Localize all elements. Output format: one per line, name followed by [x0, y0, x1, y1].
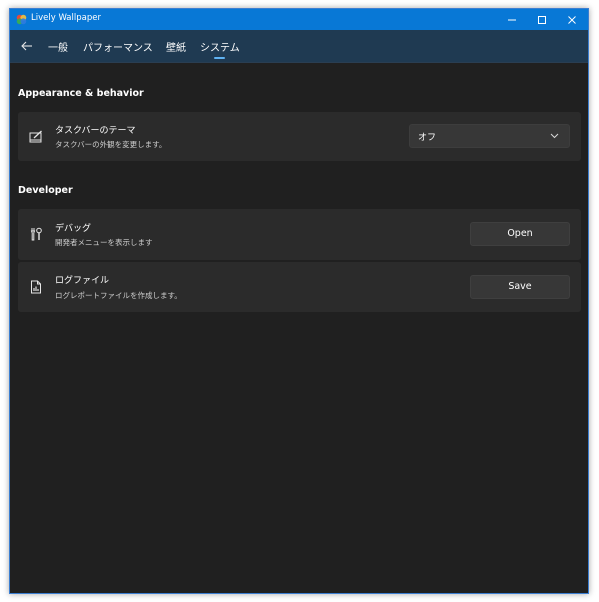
close-icon — [568, 15, 576, 24]
maximize-icon — [538, 15, 546, 24]
debug-card: デバッグ 開発者メニューを表示します Open — [18, 209, 581, 260]
navigation-bar: 一般 パフォーマンス 壁紙 システム — [10, 30, 588, 63]
lively-app-icon — [16, 14, 27, 25]
taskbar-pen-icon — [29, 130, 42, 143]
save-button[interactable]: Save — [470, 275, 570, 299]
taskbar-theme-selected-value: オフ — [418, 133, 437, 143]
log-file-description: ログレポートファイルを作成します。 — [55, 291, 182, 300]
minimize-button[interactable] — [497, 9, 527, 30]
taskbar-theme-dropdown[interactable]: オフ — [409, 124, 570, 148]
maximize-button[interactable] — [527, 9, 557, 30]
log-file-card: ログファイル ログレポートファイルを作成します。 Save — [18, 262, 581, 312]
log-file-title: ログファイル — [55, 276, 110, 286]
open-button[interactable]: Open — [470, 222, 570, 246]
app-window: Lively Wallpaper 一般 パフォーマンス 壁紙 システム Appe… — [9, 8, 589, 594]
close-button[interactable] — [557, 9, 587, 30]
tab-performance[interactable]: パフォーマンス — [83, 39, 153, 54]
section-title-appearance: Appearance & behavior — [18, 88, 144, 99]
back-arrow-icon — [21, 41, 32, 51]
debug-description: 開発者メニューを表示します — [55, 238, 153, 247]
taskbar-theme-card: タスクバーのテーマ タスクバーの外観を変更します。 オフ — [18, 112, 581, 161]
tab-system[interactable]: システム — [200, 39, 240, 54]
window-title: Lively Wallpaper — [31, 13, 101, 23]
chevron-down-icon — [550, 133, 559, 139]
back-button[interactable] — [18, 38, 36, 54]
tab-wallpaper[interactable]: 壁紙 — [166, 39, 186, 54]
taskbar-theme-description: タスクバーの外観を変更します。 — [55, 140, 167, 149]
title-bar[interactable]: Lively Wallpaper — [10, 9, 588, 30]
minimize-icon — [508, 19, 516, 20]
debug-title: デバッグ — [55, 224, 92, 234]
selected-tab-indicator — [214, 57, 225, 59]
tools-icon — [30, 227, 42, 241]
taskbar-theme-title: タスクバーのテーマ — [55, 126, 136, 136]
section-title-developer: Developer — [18, 185, 73, 196]
log-file-icon — [31, 280, 41, 294]
tab-general[interactable]: 一般 — [48, 39, 68, 54]
